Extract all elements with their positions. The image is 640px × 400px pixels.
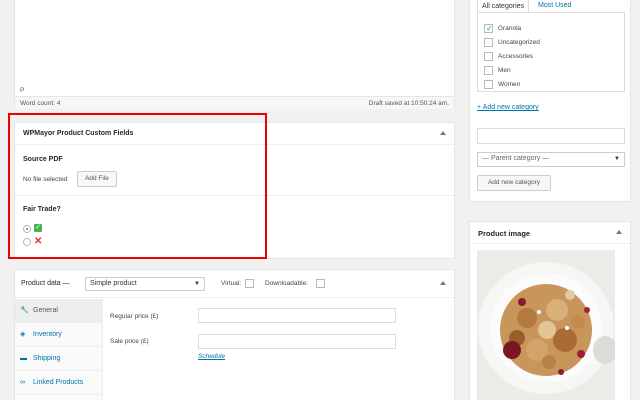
granola-bowl-image [477,250,615,400]
tab-general[interactable]: 🔧 General [15,299,103,323]
wrench-icon: 🔧 [20,307,29,314]
word-count: Word count: 4 [20,100,61,107]
product-data-box: Product data — Simple product ▼ Virtual:… [14,269,455,400]
add-new-category-link[interactable]: + Add new category [477,104,539,111]
category-checklist: ✓ Granola Uncategorized Accessories Men … [477,12,625,92]
sale-price-input[interactable] [198,334,396,349]
category-name: Accessories [498,53,534,60]
tab-label: Shipping [33,355,61,362]
virtual-label: Virtual: [221,280,242,287]
downloadable-label: Downloadable: [265,280,309,287]
category-name: Men [498,67,511,74]
tab-linked-products[interactable]: ∞ Linked Products [15,371,103,395]
truck-icon: ▬ [20,355,27,362]
checkmark-icon: ✓ [486,24,493,33]
product-image-box: Product image [469,221,631,400]
tab-shipping[interactable]: ▬ Shipping [15,347,103,371]
add-new-category-button[interactable]: Add new category [477,175,551,191]
virtual-checkbox[interactable] [245,279,254,288]
path-indicator: P [20,87,25,94]
tab-label: General [33,307,58,314]
product-image-header[interactable]: Product image [470,222,630,244]
product-photo[interactable] [477,250,615,400]
new-category-input[interactable] [477,128,625,144]
parent-category-value: — Parent category — [482,155,550,162]
regular-price-input[interactable] [198,308,396,323]
parent-category-select[interactable]: — Parent category — ▼ [477,152,625,167]
chevron-down-icon: ▼ [614,156,620,162]
categories-box: All categories Most Used ✓ Granola Uncat… [469,0,631,202]
product-type-value: Simple product [90,280,137,287]
category-checkbox[interactable] [484,52,493,61]
highlight-box [8,113,267,259]
downloadable-checkbox[interactable] [316,279,325,288]
product-type-select[interactable]: Simple product ▼ [85,277,205,291]
tab-label: Linked Products [33,379,84,386]
sale-price-label: Sale price (£) [110,338,149,345]
post-editor: P Word count: 4 Draft saved at 10:50:24 … [14,0,455,109]
product-data-tabs: 🔧 General ◈ Inventory ▬ Shipping ∞ Linke… [15,299,103,400]
category-checkbox[interactable] [484,66,493,75]
tab-inventory[interactable]: ◈ Inventory [15,323,103,347]
category-name: Granola [498,25,522,32]
product-data-title: Product data — [21,280,70,287]
collapse-toggle-icon[interactable] [440,281,446,285]
link-icon: ∞ [20,379,25,386]
tab-label: Inventory [33,331,62,338]
draft-status: Draft saved at 10:50:24 am. [368,100,449,107]
category-checkbox[interactable] [484,38,493,47]
collapse-toggle-icon[interactable] [616,230,622,234]
category-checkbox[interactable]: ✓ [484,24,493,33]
collapse-toggle-icon[interactable] [440,131,446,135]
schedule-link[interactable]: Schedule [198,353,225,360]
category-name: Women [498,81,521,88]
editor-status-bar: Word count: 4 Draft saved at 10:50:24 am… [15,96,454,109]
product-data-header: Product data — Simple product ▼ Virtual:… [15,270,454,298]
category-checkbox[interactable] [484,80,493,89]
category-name: Uncategorized [498,39,540,46]
product-image-title: Product image [478,229,531,238]
regular-price-label: Regular price (£) [110,313,159,320]
chevron-down-icon: ▼ [194,281,200,287]
tag-icon: ◈ [20,331,26,338]
